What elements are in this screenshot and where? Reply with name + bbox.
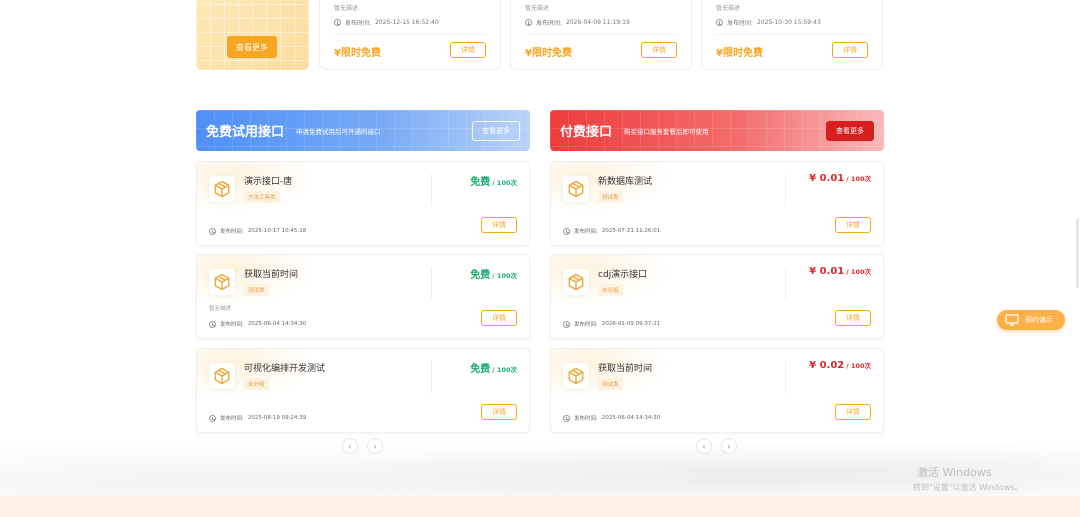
category-tag: 测试类	[598, 191, 623, 203]
paid-api-card[interactable]: 新数据库测试 测试类 发布时间: 2025-07-21 11:26:01 ¥ 0…	[550, 161, 884, 246]
category-tag: 方法工具类	[244, 191, 280, 203]
package-icon	[209, 176, 235, 202]
free-section-subtitle: 申请免费试用后可开通的接口	[296, 127, 381, 136]
publish-time: 发布时间: 2025-07-21 11:26:01	[563, 227, 660, 235]
clock-icon	[209, 227, 216, 235]
scrollbar[interactable]	[1076, 218, 1079, 288]
clock-icon	[334, 19, 341, 26]
price-label: 免费/ 100次	[470, 270, 517, 281]
paid-next-button[interactable]: ›	[721, 438, 737, 454]
free-api-card[interactable]: 演示接口-唐 方法工具类 发布时间: 2025-10-17 10:45:18 免…	[196, 161, 530, 246]
api-desc: 暂无描述	[334, 5, 359, 12]
api-name[interactable]: 演示接口-唐	[244, 174, 292, 187]
free-api-card[interactable]: 可视化编排开发测试 未分组 发布时间: 2025-08-19 09:24:39 …	[196, 348, 530, 433]
free-next-button[interactable]: ›	[367, 438, 383, 454]
package-icon	[209, 269, 235, 295]
free-view-more-button[interactable]: 查看更多	[472, 121, 520, 141]
top-api-card[interactable]: 暂无描述 发布时间: 2025-12-15 16:52:40 ¥限时免费 详情	[319, 0, 501, 70]
top-promo-card: 查看更多	[196, 0, 309, 70]
publish-time: 发布时间: 2026-01-09 09:37:21	[563, 320, 660, 328]
publish-time: 发布时间: 2025-06-04 14:34:30	[209, 320, 306, 328]
price-label: ¥限时免费	[334, 48, 381, 59]
detail-button[interactable]: 详情	[481, 310, 517, 326]
package-icon	[209, 363, 235, 389]
top-api-card[interactable]: 暂无描述 发布时间: 2025-10-30 15:59:43 ¥限时免费 详情	[701, 0, 883, 70]
api-desc: 暂无描述	[209, 306, 232, 312]
api-name[interactable]: cdj演示接口	[598, 267, 647, 280]
footer-strip	[0, 496, 1080, 517]
price-label: ¥限时免费	[525, 48, 572, 59]
top-view-more-button[interactable]: 查看更多	[227, 36, 277, 58]
monitor-icon	[1005, 314, 1019, 326]
paid-view-more-button[interactable]: 查看更多	[826, 121, 874, 141]
detail-button[interactable]: 详情	[835, 217, 871, 233]
paid-api-card[interactable]: 获取当前时间 测试类 发布时间: 2025-06-04 14:34:30 ¥ 0…	[550, 348, 884, 433]
api-desc: 暂无描述	[525, 5, 550, 12]
price-label: ¥ 0.01/ 100次	[809, 173, 871, 184]
api-desc: 暂无描述	[716, 5, 741, 12]
package-icon	[563, 269, 589, 295]
api-name[interactable]: 可视化编排开发测试	[244, 361, 325, 374]
publish-time: 发布时间: 2025-12-15 16:52:40	[334, 18, 439, 27]
detail-button[interactable]: 详情	[835, 404, 871, 420]
package-icon	[563, 176, 589, 202]
book-demo-label: 预约演示	[1025, 316, 1053, 324]
top-api-card[interactable]: 暂无描述 发布时间: 2026-04-09 11:19:19 ¥限时免费 详情	[510, 0, 692, 70]
paid-api-card[interactable]: cdj演示接口 未分组 发布时间: 2026-01-09 09:37:21 ¥ …	[550, 254, 884, 339]
paid-section-subtitle: 购买接口服务套餐后即可使用	[624, 127, 709, 136]
price-label: ¥限时免费	[716, 48, 763, 59]
category-tag: 测试类	[244, 284, 269, 296]
detail-button[interactable]: 详情	[832, 42, 868, 58]
paid-prev-button[interactable]: ‹	[696, 438, 712, 454]
category-tag: 未分组	[244, 378, 269, 390]
detail-button[interactable]: 详情	[481, 217, 517, 233]
clock-icon	[209, 414, 216, 422]
clock-icon	[563, 414, 570, 422]
book-demo-button[interactable]: 预约演示	[997, 310, 1065, 330]
category-tag: 测试类	[598, 378, 623, 390]
free-prev-button[interactable]: ‹	[342, 438, 358, 454]
api-name[interactable]: 获取当前时间	[244, 267, 298, 280]
clock-icon	[563, 320, 570, 328]
api-name[interactable]: 获取当前时间	[598, 361, 652, 374]
free-section-title: 免费试用接口	[206, 125, 285, 140]
package-icon	[563, 363, 589, 389]
detail-button[interactable]: 详情	[641, 42, 677, 58]
price-label: 免费/ 100次	[470, 177, 517, 188]
price-label: ¥ 0.01/ 100次	[809, 266, 871, 277]
publish-time: 发布时间: 2025-06-04 14:34:30	[563, 414, 660, 422]
category-tag: 未分组	[598, 284, 623, 296]
detail-button[interactable]: 详情	[835, 310, 871, 326]
price-label: ¥ 0.02/ 100次	[809, 360, 871, 371]
price-label: 免费/ 100次	[470, 364, 517, 375]
api-name[interactable]: 新数据库测试	[598, 174, 652, 187]
paid-section-title: 付费接口	[560, 125, 613, 140]
publish-time: 发布时间: 2026-04-09 11:19:19	[525, 18, 630, 27]
detail-button[interactable]: 详情	[450, 42, 486, 58]
publish-time: 发布时间: 2025-08-19 09:24:39	[209, 414, 306, 422]
publish-time: 发布时间: 2025-10-17 10:45:18	[209, 227, 306, 235]
clock-icon	[209, 320, 216, 328]
detail-button[interactable]: 详情	[481, 404, 517, 420]
clock-icon	[525, 19, 532, 26]
paid-api-banner: 付费接口 购买接口服务套餐后即可使用 查看更多	[550, 110, 884, 151]
windows-activation-watermark: 激活 Windows 转到"设置"以激活 Windows。	[913, 466, 1023, 492]
free-api-banner: 免费试用接口 申请免费试用后可开通的接口 查看更多	[196, 110, 530, 151]
free-api-card[interactable]: 获取当前时间 测试类 暂无描述 发布时间: 2025-06-04 14:34:3…	[196, 254, 530, 339]
clock-icon	[563, 227, 570, 235]
publish-time: 发布时间: 2025-10-30 15:59:43	[716, 18, 821, 27]
clock-icon	[716, 19, 723, 26]
